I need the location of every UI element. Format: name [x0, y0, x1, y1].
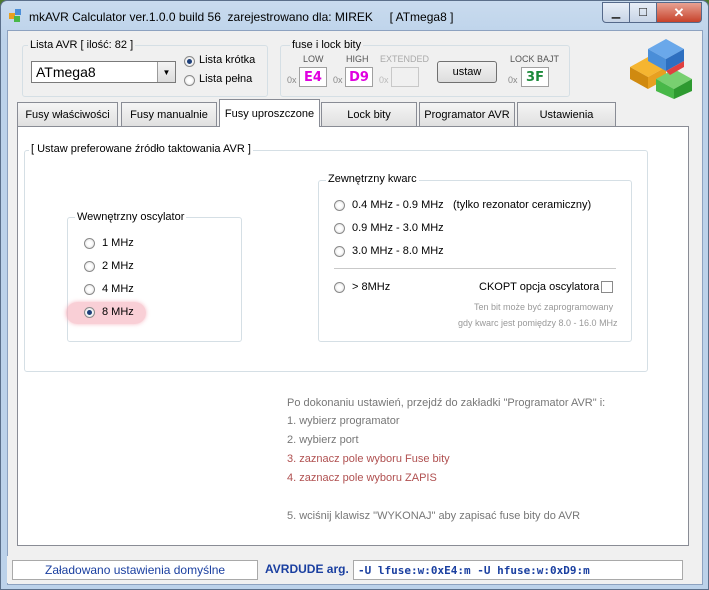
minimize-icon: ▁ — [611, 7, 621, 19]
extended-prefix: 0x — [379, 75, 389, 85]
app-icon — [9, 9, 21, 22]
tab-fuse-manual[interactable]: Fusy manualnie — [121, 102, 217, 126]
instruction-step3: 3. zaznacz pole wyboru Fuse bity — [287, 453, 450, 465]
set-fuse-button[interactable]: ustaw — [437, 61, 497, 83]
ckopt-checkbox[interactable] — [601, 281, 613, 293]
lock-label: LOCK BAJT — [510, 54, 560, 64]
ckopt-note-line1: Ten bit może być zaprogramowany — [474, 302, 614, 312]
ckopt-label: CKOPT opcja oscylatora — [479, 281, 600, 293]
low-label: LOW — [303, 54, 324, 64]
radio-list-full-label: Lista pełna — [199, 73, 253, 85]
radio-4mhz-label: 4 MHz — [102, 283, 134, 295]
radio-2mhz-label: 2 MHz — [102, 260, 134, 272]
high-fuse-field[interactable]: D9 — [345, 67, 373, 87]
radio-list-short[interactable] — [184, 56, 195, 67]
radio-ext-04-09[interactable] — [334, 200, 345, 211]
radio-1mhz[interactable] — [84, 238, 95, 249]
instructions-intro: Po dokonaniu ustawień, przejdź do zakład… — [287, 397, 606, 409]
avr-select[interactable]: ATmega8 ▼ — [31, 61, 176, 83]
tab-fuse-simplified[interactable]: Fusy uproszczone — [219, 99, 320, 127]
avrdude-args-field[interactable]: -U lfuse:w:0xE4:m -U hfuse:w:0xD9:m — [353, 560, 683, 580]
radio-8mhz-label: 8 MHz — [102, 306, 134, 318]
status-message: Załadowano ustawienia domyślne — [12, 560, 258, 580]
app-logo — [630, 39, 692, 99]
instruction-step4: 4. zaznacz pole wyboru ZAPIS — [287, 472, 437, 484]
radio-ext-09-30[interactable] — [334, 223, 345, 234]
separator-line — [334, 268, 616, 269]
window-title: mkAVR Calculator ver.1.0.0 build 56 zare… — [29, 10, 454, 24]
radio-ext-30-80[interactable] — [334, 246, 345, 257]
chevron-down-icon: ▼ — [157, 62, 175, 82]
low-fuse-field[interactable]: E4 — [299, 67, 327, 87]
radio-ext-30-80-label: 3.0 MHz - 8.0 MHz — [352, 245, 444, 257]
instruction-step5: 5. wciśnij klawisz "WYKONAJ" aby zapisać… — [287, 510, 581, 522]
radio-ext-04-09-label: 0.4 MHz - 0.9 MHz — [352, 199, 444, 211]
tab-lock-bits[interactable]: Lock bity — [321, 102, 417, 126]
maximize-icon: ☐ — [638, 7, 648, 19]
high-label: HIGH — [346, 54, 369, 64]
ceramic-note: (tylko rezonator ceramiczny) — [453, 199, 592, 211]
avr-select-value: ATmega8 — [36, 64, 96, 80]
radio-ext-above-8[interactable] — [334, 282, 345, 293]
close-button[interactable]: ✕ — [657, 2, 702, 23]
avr-list-label: Lista AVR [ ilość: 82 ] — [28, 39, 136, 51]
extended-fuse-field[interactable] — [391, 67, 419, 87]
radio-list-short-label: Lista krótka — [199, 54, 256, 66]
clock-source-label: [ Ustaw preferowane źródło taktowania AV… — [29, 143, 253, 155]
internal-osc-label: Wewnętrzny oscylator — [75, 211, 187, 223]
close-icon: ✕ — [673, 4, 685, 20]
lock-byte-field[interactable]: 3F — [521, 67, 549, 87]
radio-2mhz[interactable] — [84, 261, 95, 272]
radio-4mhz[interactable] — [84, 284, 95, 295]
tab-settings[interactable]: Ustawienia — [517, 102, 616, 126]
radio-list-full[interactable] — [184, 75, 195, 86]
high-prefix: 0x — [333, 75, 343, 85]
radio-ext-above-8-label: > 8MHz — [352, 281, 391, 293]
lock-prefix: 0x — [508, 75, 518, 85]
instruction-step1: 1. wybierz programator — [287, 415, 400, 427]
avrdude-label: AVRDUDE arg. — [265, 562, 349, 576]
external-crystal-label: Zewnętrzny kwarc — [326, 173, 419, 185]
tab-fuse-properties[interactable]: Fusy właściwości — [17, 102, 118, 126]
tab-avr-programmer[interactable]: Programator AVR — [419, 102, 515, 126]
maximize-button[interactable]: ☐ — [630, 2, 657, 23]
radio-1mhz-label: 1 MHz — [102, 237, 134, 249]
instruction-step2: 2. wybierz port — [287, 434, 359, 446]
ckopt-note-line2: gdy kwarc jest pomiędzy 8.0 - 16.0 MHz — [458, 318, 618, 328]
radio-ext-09-30-label: 0.9 MHz - 3.0 MHz — [352, 222, 444, 234]
extended-label: EXTENDED — [380, 54, 430, 64]
fuse-group-label: fuse i lock bity — [290, 39, 364, 51]
minimize-button[interactable]: ▁ — [602, 2, 630, 23]
low-prefix: 0x — [287, 75, 297, 85]
radio-8mhz[interactable] — [84, 307, 95, 318]
